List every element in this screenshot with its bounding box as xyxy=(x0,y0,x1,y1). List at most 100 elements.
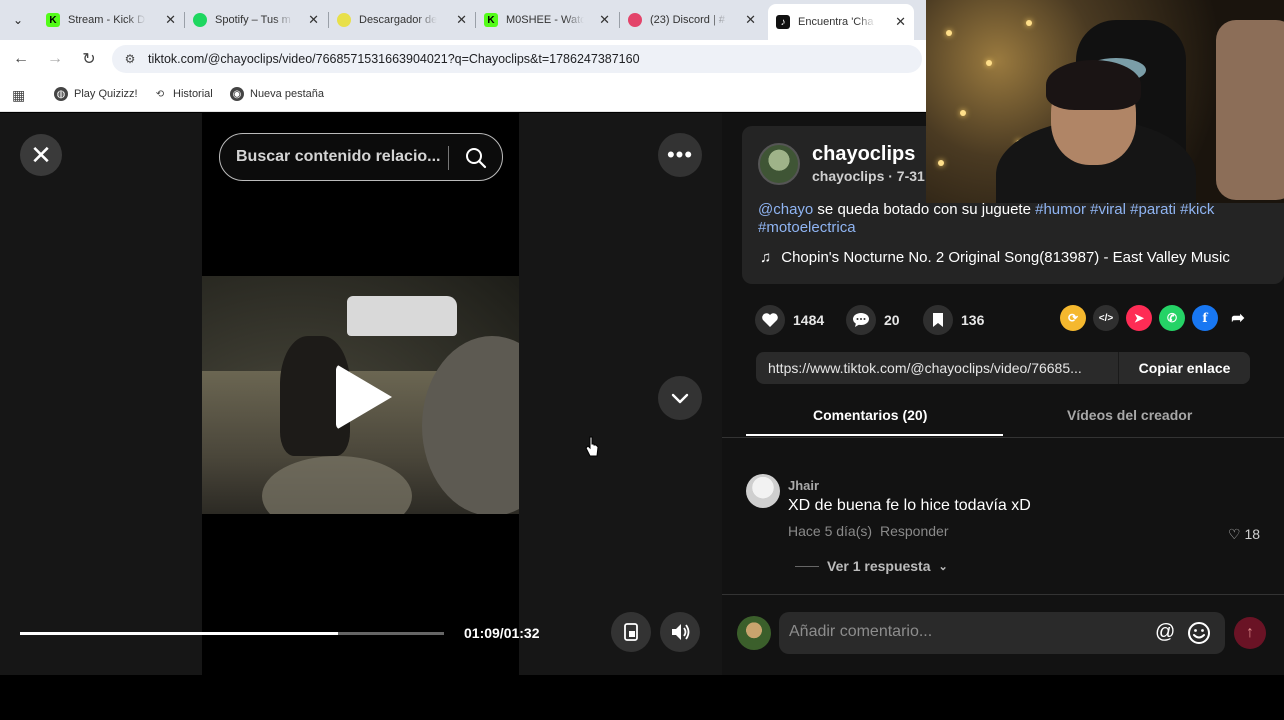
close-tab-icon[interactable]: ✕ xyxy=(739,12,756,28)
tab-title: M0SHEE - Watc xyxy=(506,14,584,26)
browser-tab[interactable]: K Stream - Kick D ✕ xyxy=(38,6,184,34)
browser-tab[interactable]: K M0SHEE - Watc ✕ xyxy=(476,6,618,34)
browser-tab-active[interactable]: ♪ Encuentra 'Cha ✕ xyxy=(768,4,914,40)
next-video-button[interactable] xyxy=(658,376,702,420)
play-icon[interactable] xyxy=(336,364,392,430)
tab-creator-videos[interactable]: Vídeos del creador xyxy=(1067,407,1192,423)
video-progress-fill xyxy=(20,632,338,635)
save-count: 136 xyxy=(961,312,985,328)
whatsapp-icon[interactable]: ✆ xyxy=(1159,305,1185,331)
pip-button[interactable] xyxy=(611,612,651,652)
repost-icon[interactable]: ⟳ xyxy=(1060,305,1086,331)
reply-button[interactable]: Responder xyxy=(880,523,949,539)
chevron-down-icon xyxy=(671,393,689,404)
send-comment-button[interactable]: ↑ xyxy=(1234,617,1266,649)
save-button[interactable]: 136 xyxy=(923,305,984,335)
bookmark-label: Nueva pestaña xyxy=(250,88,324,100)
browser-tab[interactable]: Descargador de ✕ xyxy=(329,6,475,34)
search-icon[interactable] xyxy=(464,146,488,170)
comment-like-button[interactable]: ♡ 18 xyxy=(1228,526,1260,543)
apps-grid-icon[interactable]: ▦ xyxy=(12,87,25,104)
creator-subline: chayoclips · 7-31 xyxy=(812,168,925,184)
more-options-icon[interactable]: ••• xyxy=(658,133,702,177)
close-tab-icon[interactable]: ✕ xyxy=(889,14,906,30)
forward-arrow-icon[interactable]: → xyxy=(44,48,66,70)
view-replies-label: Ver 1 respuesta xyxy=(827,558,931,574)
bookmark-play-quizizz[interactable]: ◍ Play Quizizz! xyxy=(54,87,138,101)
webcam-overlay xyxy=(926,0,1284,203)
creator-avatar[interactable] xyxy=(758,143,800,185)
music-link[interactable]: ♫ Chopin's Nocturne No. 2 Original Song(8… xyxy=(760,249,1230,266)
emoji-icon[interactable] xyxy=(1187,621,1211,645)
close-tab-icon[interactable]: ✕ xyxy=(593,12,610,28)
browser-tab[interactable]: (23) Discord | # ✕ xyxy=(620,6,764,34)
discord-icon xyxy=(628,13,642,27)
video-progress-bar[interactable] xyxy=(20,632,444,635)
close-tab-icon[interactable]: ✕ xyxy=(450,12,467,28)
tab-comments[interactable]: Comentarios (20) xyxy=(813,407,927,423)
comment-timestamp: Hace 5 día(s) xyxy=(788,523,873,539)
address-bar[interactable]: ⚙ tiktok.com/@chayoclips/video/766857153… xyxy=(112,45,922,73)
comment-button[interactable]: 20 xyxy=(846,305,900,335)
chrome-icon: ◉ xyxy=(230,87,244,101)
chevron-down-icon: ⌄ xyxy=(938,560,948,573)
browser-tab[interactable]: Spotify – Tus m ✕ xyxy=(185,6,327,34)
screen: ⌄ K Stream - Kick D ✕ Spotify – Tus m ✕ … xyxy=(0,0,1284,720)
tab-title: Descargador de xyxy=(359,14,437,26)
comment-like-count: 18 xyxy=(1244,526,1261,542)
copy-link-button[interactable]: Copiar enlace xyxy=(1118,352,1250,384)
creator-username[interactable]: chayoclips xyxy=(812,143,915,166)
close-tab-icon[interactable]: ✕ xyxy=(159,12,176,28)
related-search-input[interactable]: Buscar contenido relacio... xyxy=(219,133,503,181)
video-link-box: https://www.tiktok.com/@chayoclips/video… xyxy=(756,352,1250,384)
commenter-username[interactable]: Jhair xyxy=(788,478,819,493)
tab-title: Encuentra 'Cha xyxy=(798,16,874,28)
bookmark-nueva-pestana[interactable]: ◉ Nueva pestaña xyxy=(230,87,324,101)
site-info-icon[interactable]: ⚙ xyxy=(122,51,138,67)
video-link-text[interactable]: https://www.tiktok.com/@chayoclips/video… xyxy=(768,360,1113,376)
view-replies-button[interactable]: Ver 1 respuesta ⌄ xyxy=(795,558,948,574)
close-button[interactable]: ✕ xyxy=(20,134,62,176)
browser-tab-strip: ⌄ K Stream - Kick D ✕ Spotify – Tus m ✕ … xyxy=(0,0,926,40)
tab-title: Spotify – Tus m xyxy=(215,14,291,26)
comment-placeholder: Añadir comentario... xyxy=(789,623,933,640)
spotify-icon xyxy=(193,13,207,27)
like-count: 1484 xyxy=(793,312,825,328)
volume-button[interactable] xyxy=(660,612,700,652)
tab-title: (23) Discord | # xyxy=(650,14,725,26)
mention-icon[interactable]: @ xyxy=(1155,621,1175,644)
back-arrow-icon[interactable]: ← xyxy=(10,48,32,70)
reload-icon[interactable]: ↻ xyxy=(78,48,100,70)
share-arrow-icon[interactable]: ➦ xyxy=(1225,305,1251,331)
comment-bubble-icon xyxy=(846,305,876,335)
current-user-avatar xyxy=(737,616,771,650)
browser-toolbar: ← → ↻ ⚙ tiktok.com/@chayoclips/video/766… xyxy=(0,40,926,78)
active-tab-indicator xyxy=(746,434,1003,436)
download-icon xyxy=(337,13,351,27)
bookmark-label: Play Quizizz! xyxy=(74,88,138,100)
commenter-avatar[interactable] xyxy=(746,474,780,508)
video-caption: @chayo se queda botado con su juguete #h… xyxy=(758,201,1278,237)
caption-mention[interactable]: @chayo xyxy=(758,201,813,218)
comment-input[interactable]: Añadir comentario... @ xyxy=(779,612,1225,654)
facebook-icon[interactable]: f xyxy=(1192,305,1218,331)
close-tab-icon[interactable]: ✕ xyxy=(302,12,319,28)
like-button[interactable]: 1484 xyxy=(755,305,824,335)
url-text[interactable]: tiktok.com/@chayoclips/video/76685715316… xyxy=(148,52,640,66)
history-icon: ⟲ xyxy=(155,88,165,100)
kick-icon: K xyxy=(484,13,498,27)
globe-icon: ◍ xyxy=(54,87,68,101)
heart-outline-icon: ♡ xyxy=(1228,526,1241,542)
tab-search-button[interactable]: ⌄ xyxy=(6,8,30,32)
tiktok-icon: ♪ xyxy=(776,15,790,29)
embed-code-icon[interactable]: </> xyxy=(1093,305,1119,331)
kick-icon: K xyxy=(46,13,60,27)
send-to-friends-icon[interactable]: ➤ xyxy=(1126,305,1152,331)
video-backdrop-left xyxy=(0,113,202,675)
bookmark-historial[interactable]: ⟲ Historial xyxy=(153,87,213,101)
comment-count: 20 xyxy=(884,312,900,328)
tab-title: Stream - Kick D xyxy=(68,14,146,26)
floating-player-icon xyxy=(624,623,638,641)
heart-icon xyxy=(755,305,785,335)
bookmark-label: Historial xyxy=(173,88,213,100)
